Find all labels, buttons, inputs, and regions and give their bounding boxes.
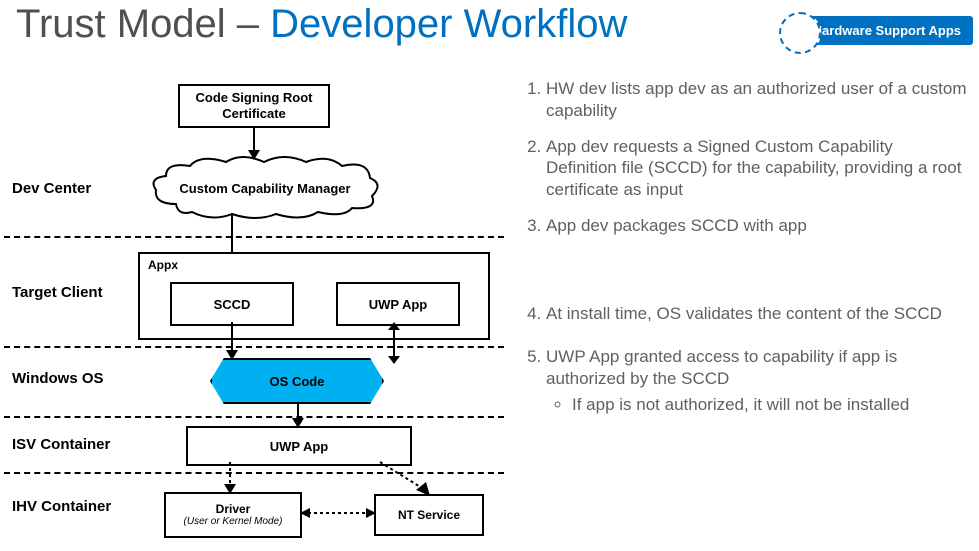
appx-label: Appx: [148, 258, 178, 272]
row-label-isv-container: ISV Container: [12, 436, 110, 453]
csr-line1: Code Signing Root: [196, 90, 313, 106]
box-custom-capability-manager: Custom Capability Manager: [166, 168, 364, 208]
row-label-dev-center: Dev Center: [12, 180, 91, 197]
oscode-label: OS Code: [210, 358, 384, 404]
badge-hardware-support: Hardware Support Apps: [797, 16, 973, 45]
badge-circle-icon: [779, 12, 821, 54]
uwp2-label: UWP App: [270, 439, 329, 454]
badge-label: Hardware Support Apps: [797, 16, 973, 45]
steps-list: HW dev lists app dev as an authorized us…: [520, 78, 967, 430]
slide-root: Trust Model – Developer Workflow Hardwar…: [0, 0, 979, 551]
step-1: HW dev lists app dev as an authorized us…: [546, 78, 967, 122]
driver-sub: (User or Kernel Mode): [184, 516, 283, 527]
csr-line2: Certificate: [222, 106, 286, 122]
title-accent: Developer Workflow: [270, 2, 627, 46]
step-2: App dev requests a Signed Custom Capabil…: [546, 136, 967, 201]
uwp1-label: UWP App: [369, 297, 428, 312]
step-5: UWP App granted access to capability if …: [546, 346, 967, 415]
sccd-label: SCCD: [214, 297, 251, 312]
row-label-windows-os: Windows OS: [12, 370, 104, 387]
title-plain: Trust Model –: [16, 2, 259, 46]
arrow-csr-to-ccm: [246, 126, 262, 167]
arrow-driver-ntservice: [300, 506, 376, 525]
step-5-text: UWP App granted access to capability if …: [546, 347, 897, 388]
row-label-target-client: Target Client: [12, 284, 103, 301]
step-5a: If app is not authorized, it will not be…: [572, 394, 967, 416]
step-3: App dev packages SCCD with app: [546, 215, 967, 237]
box-uwp-app-inside-appx: UWP App: [336, 282, 460, 326]
box-os-code: OS Code: [210, 358, 384, 404]
box-sccd: SCCD: [170, 282, 294, 326]
step-4: At install time, OS validates the conten…: [546, 303, 967, 325]
driver-label: Driver: [216, 503, 251, 516]
row-label-ihv-container: IHV Container: [12, 498, 111, 515]
box-appx-package: Appx SCCD UWP App: [138, 252, 490, 340]
box-nt-service: NT Service: [374, 494, 484, 536]
slide-title: Trust Model – Developer Workflow: [16, 2, 627, 47]
box-code-signing-root-cert: Code Signing Root Certificate: [178, 84, 330, 128]
box-driver: Driver (User or Kernel Mode): [164, 492, 302, 538]
ccm-label: Custom Capability Manager: [179, 181, 350, 196]
box-uwp-app-isv: UWP App: [186, 426, 412, 466]
divider-3: [4, 416, 504, 418]
arrow-uwp-to-oscode: [386, 322, 402, 371]
ntservice-label: NT Service: [398, 508, 460, 522]
divider-1: [4, 236, 504, 238]
divider-2: [4, 346, 504, 348]
